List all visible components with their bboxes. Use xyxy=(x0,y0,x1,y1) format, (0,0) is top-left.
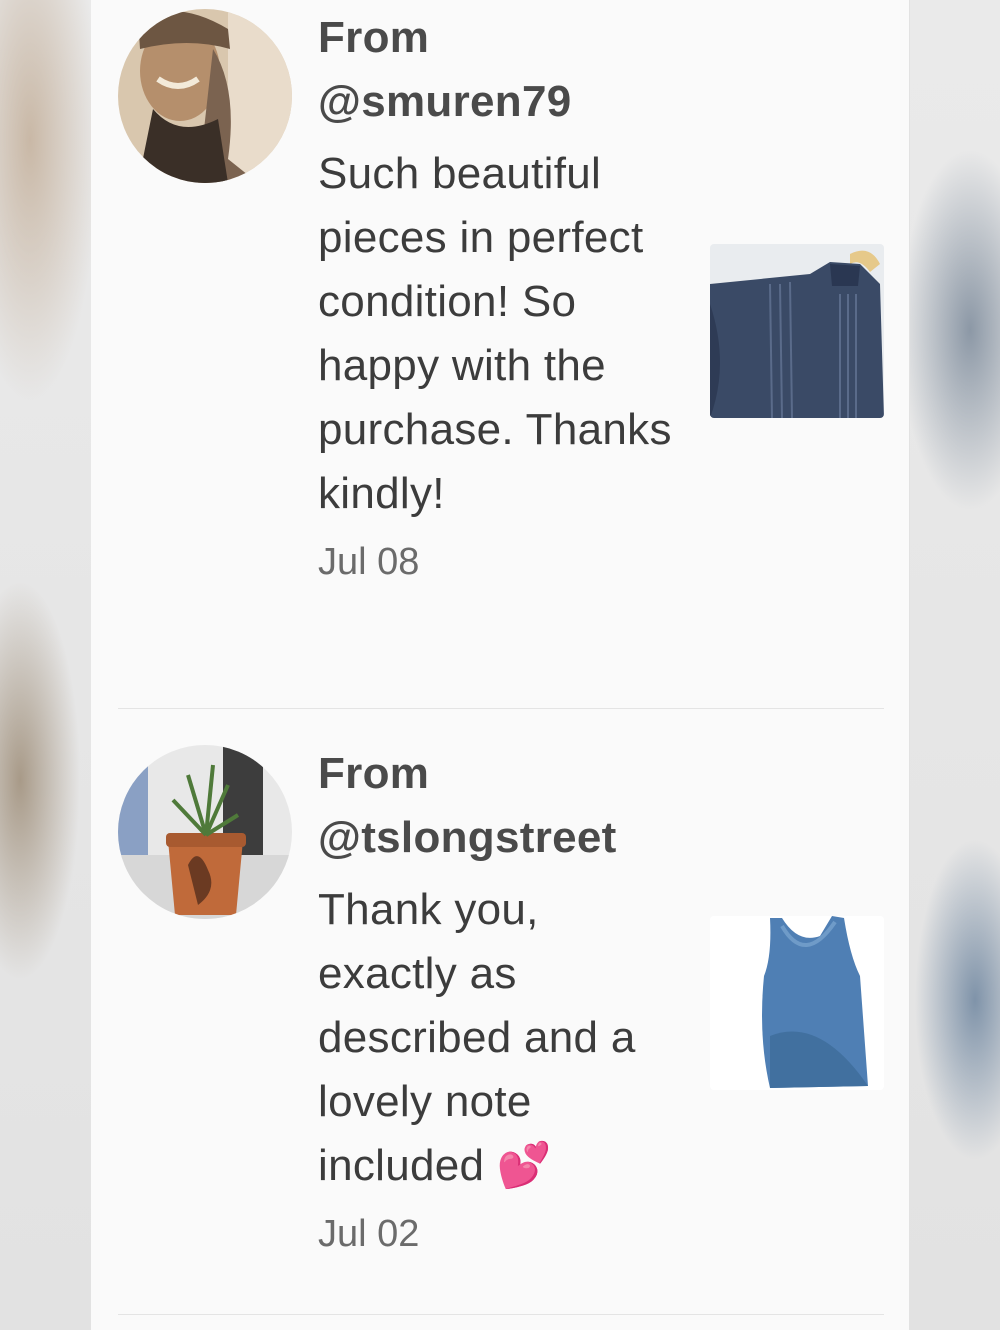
review-date: Jul 02 xyxy=(318,1213,420,1255)
review-text-column: From @tslongstreet Thank you, exactly as… xyxy=(318,742,678,1256)
purchased-item-thumbnail[interactable] xyxy=(710,916,884,1090)
navy-lace-blouse-photo xyxy=(710,244,884,418)
review-message: Such beautiful pieces in perfect conditi… xyxy=(318,149,672,518)
reviewer-username[interactable]: @smuren79 xyxy=(318,77,572,126)
denim-tank-top-photo xyxy=(710,916,884,1090)
from-label: From xyxy=(318,13,430,62)
from-label: From xyxy=(318,749,430,798)
reviews-panel: From @smuren79 Such beautiful pieces in … xyxy=(91,0,910,1330)
reviewer-avatar[interactable] xyxy=(118,9,292,183)
review-text-column: From @smuren79 Such beautiful pieces in … xyxy=(318,6,678,584)
review-message: Thank you, exactly as described and a lo… xyxy=(318,885,636,1190)
review-author: From @smuren79 xyxy=(318,6,678,134)
reviewer-avatar[interactable] xyxy=(118,745,292,919)
review-date: Jul 08 xyxy=(318,541,420,583)
review-divider xyxy=(118,1314,884,1315)
user-avatar-photo xyxy=(118,9,292,183)
purchased-item-thumbnail[interactable] xyxy=(710,244,884,418)
review-divider xyxy=(118,708,884,709)
reviewer-username[interactable]: @tslongstreet xyxy=(318,813,617,862)
review-author: From @tslongstreet xyxy=(318,742,678,870)
potted-plant-photo xyxy=(118,745,292,919)
